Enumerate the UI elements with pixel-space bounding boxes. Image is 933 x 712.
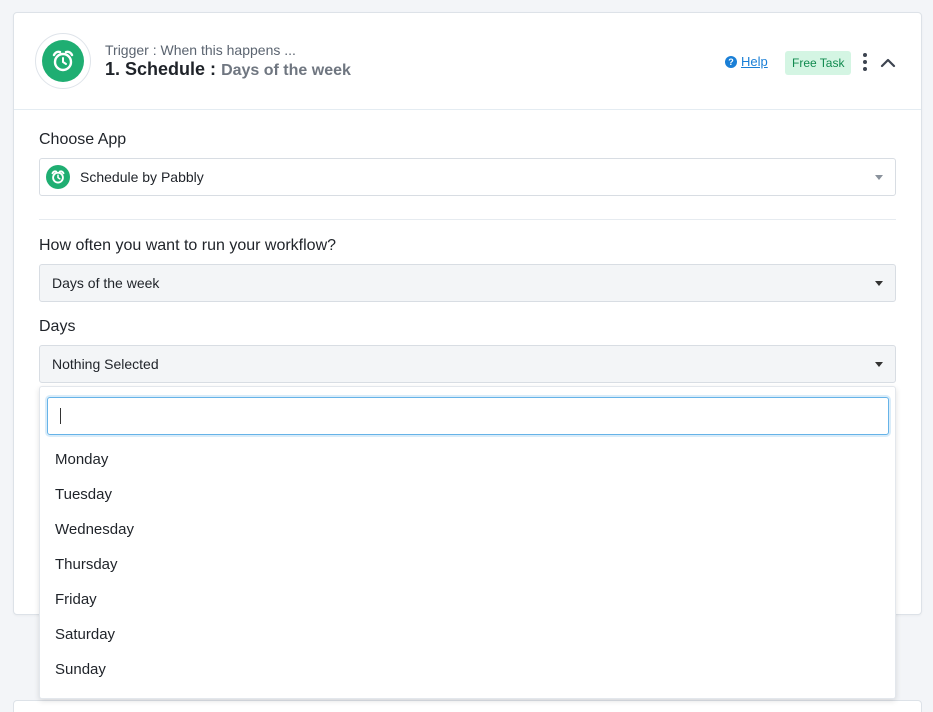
next-step-card (13, 700, 922, 712)
alarm-clock-icon (46, 165, 70, 189)
alarm-clock-icon (42, 40, 84, 82)
days-value: Nothing Selected (52, 356, 159, 372)
step-title-event: Days of the week (221, 62, 351, 79)
kebab-menu-icon[interactable] (861, 53, 869, 71)
days-select[interactable]: Nothing Selected (39, 345, 896, 383)
question-circle-icon: ? (725, 55, 737, 68)
day-option-thursday[interactable]: Thursday (55, 556, 118, 573)
section-divider (39, 219, 896, 220)
help-link[interactable]: ? Help (725, 54, 768, 69)
days-label: Days (39, 318, 76, 335)
frequency-select[interactable]: Days of the week (39, 264, 896, 302)
caret-down-icon (875, 362, 883, 367)
help-label: Help (741, 54, 768, 69)
choose-app-select[interactable]: Schedule by Pabbly (39, 158, 896, 196)
days-dropdown: Monday Tuesday Wednesday Thursday Friday… (39, 386, 896, 699)
step-header[interactable]: Trigger : When this happens ... 1. Sched… (14, 13, 921, 110)
text-cursor (60, 408, 61, 424)
day-option-friday[interactable]: Friday (55, 591, 97, 608)
choose-app-label: Choose App (39, 131, 127, 148)
day-option-sunday[interactable]: Sunday (55, 661, 106, 678)
days-search-input[interactable] (47, 397, 889, 435)
day-option-monday[interactable]: Monday (55, 451, 108, 468)
trigger-label: Trigger : When this happens ... (105, 42, 296, 58)
step-title: 1. Schedule : Days of the week (105, 59, 351, 80)
frequency-value: Days of the week (52, 275, 160, 291)
day-option-wednesday[interactable]: Wednesday (55, 521, 134, 538)
caret-down-icon (875, 175, 883, 180)
frequency-label: How often you want to run your workflow? (39, 237, 337, 254)
day-option-tuesday[interactable]: Tuesday (55, 486, 112, 503)
day-option-saturday[interactable]: Saturday (55, 626, 115, 643)
app-logo (35, 33, 91, 89)
choose-app-value: Schedule by Pabbly (80, 169, 204, 185)
chevron-up-icon[interactable] (879, 54, 897, 72)
free-task-badge: Free Task (785, 51, 852, 75)
step-title-main: 1. Schedule : (105, 59, 217, 79)
caret-down-icon (875, 281, 883, 286)
